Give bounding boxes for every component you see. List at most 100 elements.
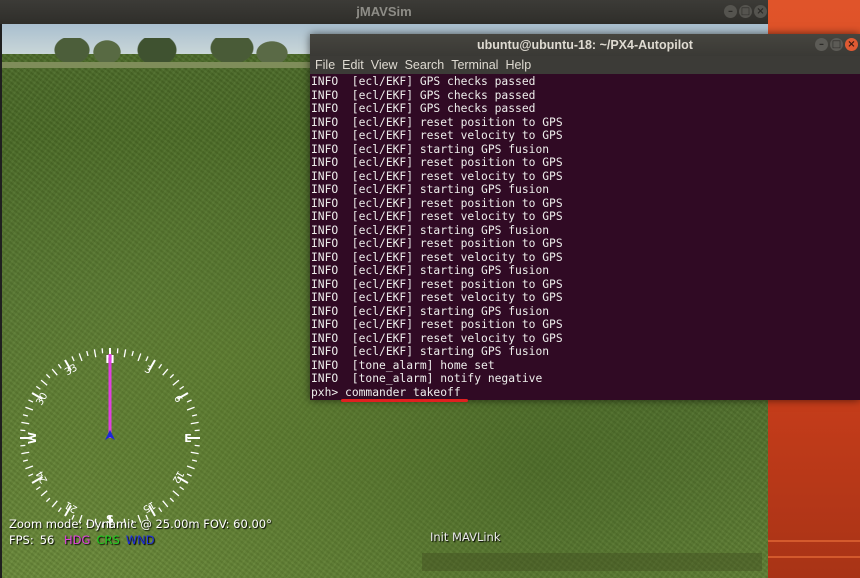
compass-tick bbox=[191, 414, 198, 417]
terminal-scrollbar[interactable] bbox=[856, 75, 860, 400]
legend-wnd: WND bbox=[125, 533, 155, 547]
terminal-line: INFO [ecl/EKF] reset velocity to GPS bbox=[311, 169, 563, 183]
command-text: commander takeoff bbox=[345, 385, 461, 399]
compass-tick bbox=[186, 406, 195, 411]
compass-tick bbox=[158, 507, 163, 513]
compass-tick bbox=[25, 406, 34, 411]
minimize-icon[interactable]: – bbox=[724, 5, 737, 18]
terminal-close-icon[interactable]: × bbox=[845, 38, 858, 51]
compass-tick bbox=[57, 507, 62, 513]
compass-tick bbox=[28, 399, 34, 403]
prompt: pxh> bbox=[311, 385, 346, 399]
compass-tick bbox=[145, 356, 149, 362]
legend-hdg: HDG bbox=[64, 533, 91, 547]
terminal-line: INFO [ecl/EKF] reset position to GPS bbox=[311, 156, 563, 169]
compass-tick bbox=[169, 373, 175, 379]
terminal-line: INFO [ecl/EKF] reset position to GPS bbox=[311, 115, 563, 129]
compass-tick bbox=[51, 368, 58, 376]
compass-label-15: 15 bbox=[140, 499, 157, 515]
compass-tick bbox=[169, 497, 175, 503]
terminal-line: INFO [ecl/EKF] GPS checks passed bbox=[311, 75, 536, 88]
compass-tick bbox=[51, 500, 58, 508]
compass-tick bbox=[78, 353, 83, 362]
legend-crs: CRS bbox=[96, 533, 120, 547]
compass-west: W bbox=[26, 432, 39, 444]
compass-tick bbox=[35, 385, 41, 390]
terminal-line: INFO [ecl/EKF] reset position to GPS bbox=[311, 196, 563, 210]
compass-tick bbox=[45, 497, 51, 503]
terminal-maximize-icon[interactable]: □ bbox=[830, 38, 843, 51]
compass-label-24: 24 bbox=[34, 468, 50, 485]
compass-tick bbox=[86, 350, 89, 357]
menu-help[interactable]: Help bbox=[505, 56, 531, 74]
desktop-stripe bbox=[768, 540, 860, 542]
terminal-line: INFO [ecl/EKF] GPS checks passed bbox=[311, 88, 536, 102]
compass-tick bbox=[93, 349, 97, 358]
compass-tick bbox=[45, 373, 51, 379]
close-icon[interactable]: × bbox=[754, 5, 767, 18]
status-bar bbox=[422, 553, 762, 571]
compass-label-30: 30 bbox=[34, 391, 50, 408]
menu-edit[interactable]: Edit bbox=[342, 56, 364, 74]
hud-fps-legend: FPS: 56 HDG CRS WND bbox=[9, 533, 161, 547]
terminal-line: INFO [ecl/EKF] reset velocity to GPS bbox=[311, 291, 563, 304]
compass-tick bbox=[186, 473, 192, 477]
compass-tick bbox=[131, 350, 134, 357]
terminal-line: INFO [ecl/EKF] starting GPS fusion bbox=[311, 142, 550, 156]
compass-tick bbox=[179, 385, 185, 390]
compass-tick bbox=[71, 356, 75, 362]
compass-tick bbox=[35, 486, 41, 491]
menu-terminal[interactable]: Terminal bbox=[451, 56, 498, 74]
menu-search[interactable]: Search bbox=[405, 56, 445, 74]
terminal-line: INFO [ecl/EKF] reset position to GPS bbox=[311, 277, 563, 291]
compass-label-33: 33 bbox=[63, 362, 80, 378]
terminal-line: INFO [ecl/EKF] reset velocity to GPS bbox=[311, 331, 563, 345]
jmavsim-title: jMAVSim bbox=[356, 4, 412, 19]
terminal-line: INFO [ecl/EKF] starting GPS fusion bbox=[311, 183, 550, 196]
terminal-line: INFO [tone_alarm] notify negative bbox=[311, 372, 543, 385]
compass-tick bbox=[40, 490, 48, 497]
terminal-line: INFO [ecl/EKF] reset position to GPS bbox=[311, 318, 563, 331]
compass-tick bbox=[191, 459, 198, 462]
compass-tick bbox=[172, 490, 180, 497]
fps-label: FPS: bbox=[9, 533, 34, 547]
fps-value: 56 bbox=[39, 533, 55, 547]
terminal-line: INFO [ecl/EKF] GPS checks passed bbox=[311, 102, 536, 115]
compass-tick bbox=[25, 465, 34, 470]
compass-tick bbox=[179, 486, 185, 491]
terminal-line: INFO [ecl/EKF] reset velocity to GPS bbox=[311, 250, 563, 264]
terminal-lines: INFO [ecl/EKF] GPS checks passed INFO [ec… bbox=[310, 75, 856, 386]
compass-label-3: 3 bbox=[142, 364, 153, 377]
terminal-title: ubuntu@ubuntu-18: ~/PX4-Autopilot bbox=[477, 38, 693, 52]
compass-tick bbox=[190, 421, 199, 425]
compass-east: E bbox=[184, 432, 192, 445]
command-highlight-underline bbox=[341, 399, 468, 402]
compass-tick bbox=[40, 379, 48, 386]
terminal-output[interactable]: INFO [ecl/EKF] GPS checks passed INFO [ec… bbox=[310, 75, 856, 400]
compass-tick bbox=[158, 363, 163, 369]
terminal-line: INFO [ecl/EKF] starting GPS fusion bbox=[311, 223, 550, 237]
terminal-line: INFO [ecl/EKF] reset velocity to GPS bbox=[311, 129, 563, 142]
compass-tick bbox=[186, 465, 195, 470]
compass-label-12: 12 bbox=[170, 468, 186, 485]
terminal-prompt-line[interactable]: pxh> commander takeoff bbox=[310, 386, 856, 400]
terminal-window[interactable]: ubuntu@ubuntu-18: ~/PX4-Autopilot – □ × … bbox=[310, 34, 860, 402]
menu-file[interactable]: File bbox=[315, 56, 335, 74]
status-text: Init MAVLink bbox=[430, 530, 501, 544]
terminal-line: INFO [ecl/EKF] reset velocity to GPS bbox=[311, 210, 563, 223]
hud-zoom-fov: Zoom mode: Dynamic @ 25.00m FOV: 60.00° bbox=[9, 517, 272, 531]
compass-tick bbox=[21, 451, 30, 455]
compass-tick bbox=[172, 379, 180, 386]
compass-tick bbox=[57, 363, 62, 369]
maximize-icon[interactable]: □ bbox=[739, 5, 752, 18]
compass-tick bbox=[123, 349, 127, 358]
compass-rose: N S E W 3 6 12 15 21 24 30 33 bbox=[20, 348, 200, 528]
terminal-line: INFO [tone_alarm] home set bbox=[311, 358, 495, 372]
compass-tick bbox=[186, 399, 192, 403]
terminal-line: INFO [ecl/EKF] reset position to GPS bbox=[311, 237, 563, 250]
menu-view[interactable]: View bbox=[371, 56, 398, 74]
compass-label-21: 21 bbox=[63, 499, 80, 515]
compass-tick bbox=[22, 414, 29, 417]
compass-tick bbox=[22, 459, 29, 462]
terminal-minimize-icon[interactable]: – bbox=[815, 38, 828, 51]
